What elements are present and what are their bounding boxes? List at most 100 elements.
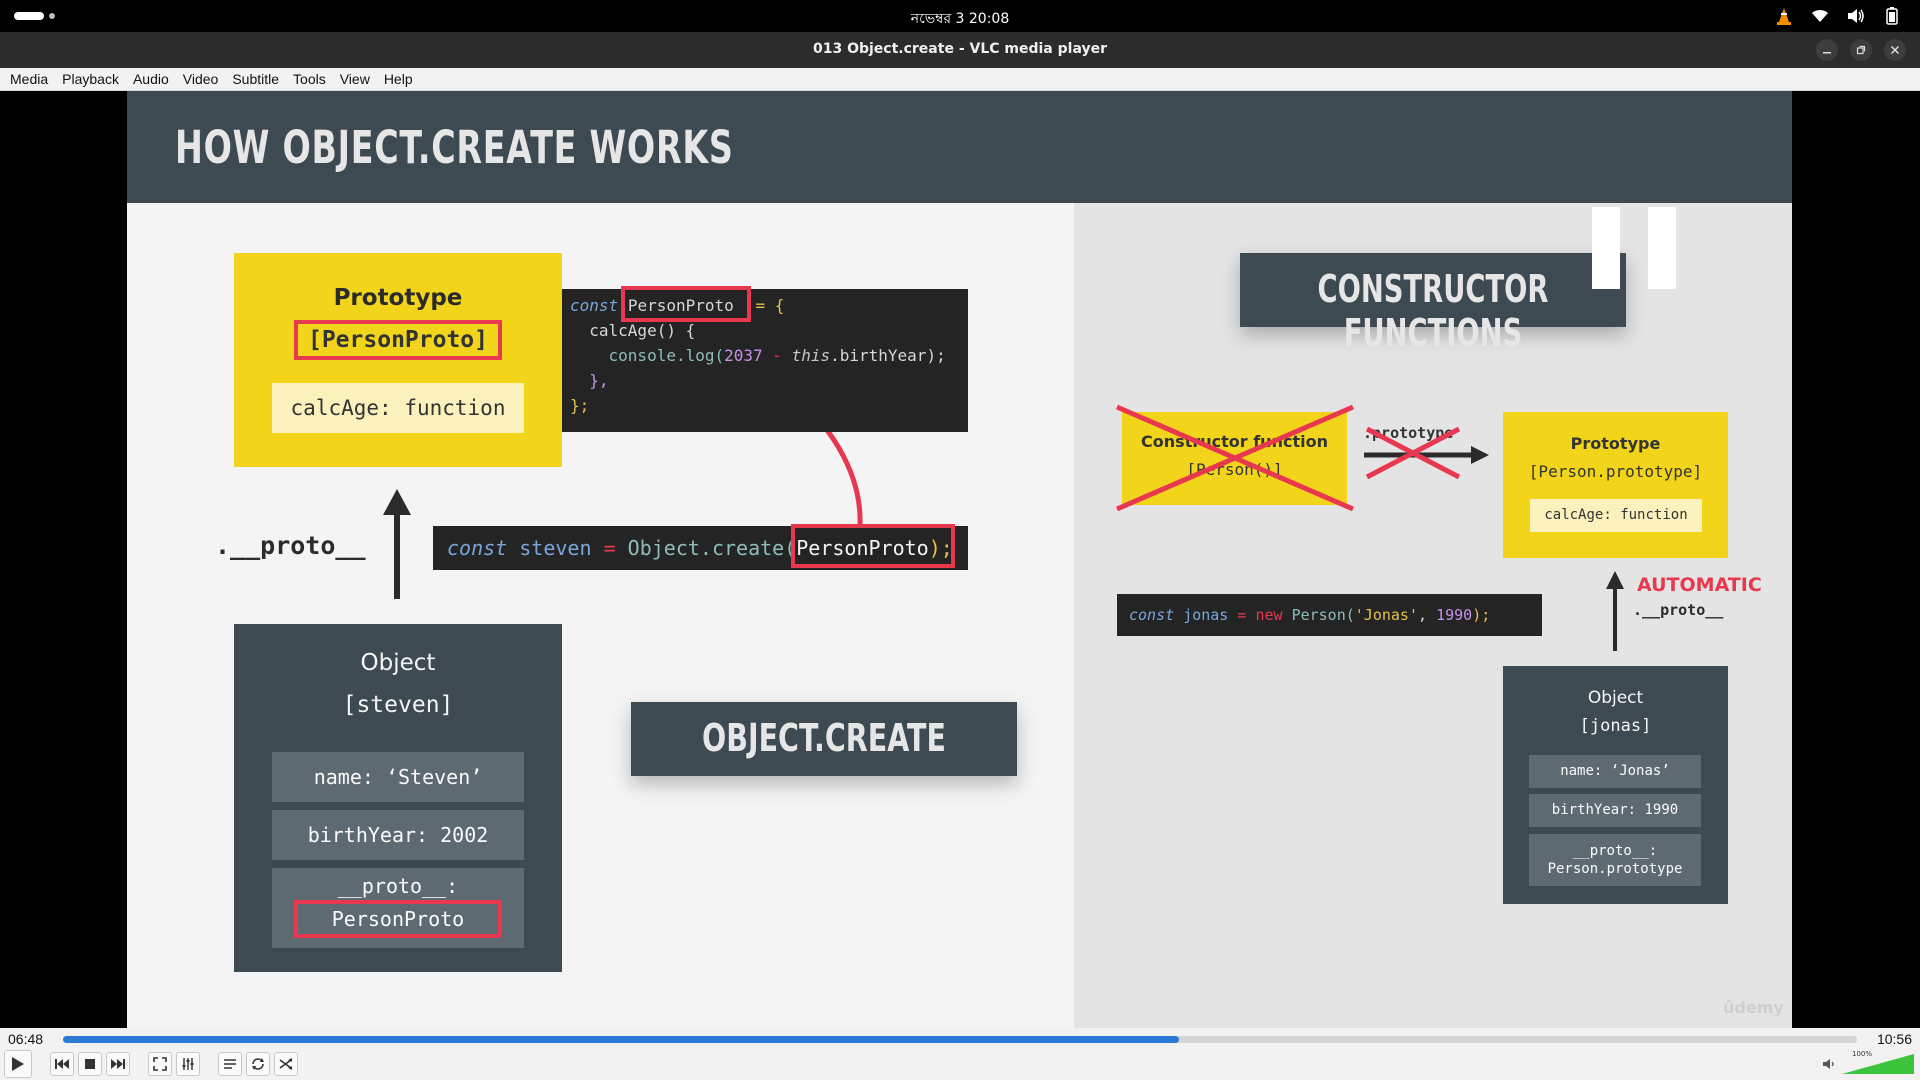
playlist-icon: [224, 1059, 236, 1069]
code-close: };: [570, 396, 590, 415]
vlc-cone-icon[interactable]: [1774, 6, 1794, 26]
menu-playback[interactable]: Playback: [62, 71, 119, 87]
next-button[interactable]: [106, 1052, 130, 1076]
menu-audio[interactable]: Audio: [133, 71, 169, 87]
menu-help[interactable]: Help: [384, 71, 413, 87]
prototype-box: Prototype [PersonProto] calcAge: functio…: [234, 253, 562, 467]
jonas-ctor: Person(: [1291, 606, 1355, 624]
extended-settings-button[interactable]: [176, 1052, 200, 1076]
video-area[interactable]: HOW OBJECT.CREATE WORKS Prototype [Perso…: [0, 91, 1920, 1028]
previous-icon: [55, 1059, 69, 1069]
window-title: 013 Object.create - VLC media player: [812, 41, 1107, 57]
player-controls: 06:48 10:56 100%: [0, 1028, 1920, 1080]
minimize-button[interactable]: [1816, 39, 1838, 61]
object-steven-box: Object [steven] name: ‘Steven’ birthYear…: [234, 624, 562, 972]
constructor-function-box: Constructor function [Person()]: [1122, 412, 1347, 505]
jonas-eq: =: [1237, 606, 1247, 624]
right-proto-label: .__proto__: [1633, 601, 1724, 619]
menu-subtitle[interactable]: Subtitle: [232, 71, 279, 87]
volume-fill: [1842, 1054, 1914, 1074]
prototype-arrow-label: .prototype: [1363, 424, 1454, 442]
stop-icon: [85, 1059, 95, 1069]
lecture-slide: HOW OBJECT.CREATE WORKS Prototype [Perso…: [127, 91, 1792, 1028]
maximize-button[interactable]: [1850, 39, 1872, 61]
object-jonas-box: Object [jonas] name: ‘Jonas’ birthYear: …: [1503, 666, 1728, 904]
constructor-name: [Person()]: [1186, 460, 1283, 479]
loop-button[interactable]: [246, 1052, 270, 1076]
time-elapsed[interactable]: 06:48: [8, 1031, 43, 1047]
method-text: calcAge: function: [290, 396, 506, 420]
control-buttons: [4, 1050, 298, 1078]
personproto-highlight: [621, 286, 751, 322]
jonas-comma: ,: [1418, 606, 1428, 624]
create-var: steven: [519, 536, 592, 560]
code-minus: -: [772, 346, 782, 365]
create-arg-highlight: [791, 524, 955, 568]
menu-bar: Media Playback Audio Video Subtitle Tool…: [0, 68, 1920, 91]
jonas-proto-line2: Person.prototype: [1547, 861, 1683, 877]
code-line-3: console.log(2037 - this.birthYear);: [570, 343, 968, 368]
object-title: Object: [360, 650, 436, 676]
jonas-prop-birthyear: birthYear: 1990: [1529, 794, 1701, 827]
code-console: console.log(: [608, 346, 725, 365]
prop-birthyear: birthYear: 2002: [272, 810, 524, 860]
battery-icon[interactable]: [1882, 6, 1902, 26]
code-line-5: };: [570, 393, 968, 418]
system-tray[interactable]: [1774, 6, 1902, 26]
menu-tools[interactable]: Tools: [293, 71, 326, 87]
seek-bar[interactable]: [63, 1036, 1857, 1043]
stop-button[interactable]: [78, 1052, 102, 1076]
prop-name: name: ‘Steven’: [272, 752, 524, 802]
system-clock[interactable]: নভেম্বর 3 20:08: [0, 7, 1920, 31]
play-icon: [12, 1057, 24, 1071]
constructor-title: Constructor function: [1141, 432, 1328, 451]
play-button[interactable]: [4, 1050, 32, 1078]
previous-button[interactable]: [50, 1052, 74, 1076]
person-prototype-box: Prototype [Person.prototype] calcAge: fu…: [1503, 412, 1728, 558]
prototype-arrow-head: [1471, 446, 1489, 464]
next-icon: [111, 1059, 125, 1069]
volume-icon[interactable]: [1846, 6, 1866, 26]
speaker-icon[interactable]: [1822, 1058, 1836, 1070]
code-kw: const: [570, 296, 619, 315]
jonas-new: new: [1255, 606, 1283, 624]
fullscreen-button[interactable]: [148, 1052, 172, 1076]
person-prototype-title: Prototype: [1570, 434, 1661, 453]
prototype-title: Prototype: [333, 285, 463, 311]
udemy-watermark: ûdemy: [1723, 998, 1784, 1017]
menu-media[interactable]: Media: [10, 71, 48, 87]
close-button[interactable]: [1884, 39, 1906, 61]
video-pause-overlay-left: [1592, 207, 1620, 289]
proto-arrow-head: [383, 489, 411, 515]
volume-slider[interactable]: [1842, 1054, 1914, 1074]
jonas-object-name: [jonas]: [1579, 716, 1652, 736]
shuffle-button[interactable]: [274, 1052, 298, 1076]
right-proto-arrow-head: [1606, 571, 1624, 589]
jonas-code-line: const jonas = new Person('Jonas', 1990);: [1117, 594, 1542, 636]
window-title-bar: 013 Object.create - VLC media player: [0, 32, 1920, 68]
menu-video[interactable]: Video: [183, 71, 219, 87]
code-calcage: calcAge() {: [589, 321, 696, 340]
time-total[interactable]: 10:56: [1877, 1031, 1912, 1047]
wifi-icon[interactable]: [1810, 6, 1830, 26]
code-close-inner: },: [589, 371, 609, 390]
volume-control[interactable]: [1822, 1054, 1914, 1074]
code-num: 2037: [724, 346, 763, 365]
object-create-banner: OBJECT.CREATE: [631, 702, 1017, 776]
create-eq: =: [603, 536, 616, 560]
prop-proto-label: __proto__:: [337, 874, 459, 898]
person-prototype-method: calcAge: function: [1530, 499, 1702, 532]
code-line-4: },: [570, 368, 968, 393]
automatic-label: AUTOMATIC: [1637, 574, 1762, 596]
jonas-end: );: [1472, 606, 1491, 624]
code-birthyear: .birthYear);: [830, 346, 946, 365]
window-controls: [1816, 39, 1906, 61]
playlist-button[interactable]: [218, 1052, 242, 1076]
create-kw: const: [447, 536, 508, 560]
equalizer-icon: [182, 1058, 194, 1070]
create-call: Object.create(: [627, 536, 797, 560]
jonas-kw: const: [1129, 606, 1175, 624]
video-pause-overlay-right: [1648, 207, 1676, 289]
jonas-prop-name: name: ‘Jonas’: [1529, 755, 1701, 788]
menu-view[interactable]: View: [340, 71, 370, 87]
